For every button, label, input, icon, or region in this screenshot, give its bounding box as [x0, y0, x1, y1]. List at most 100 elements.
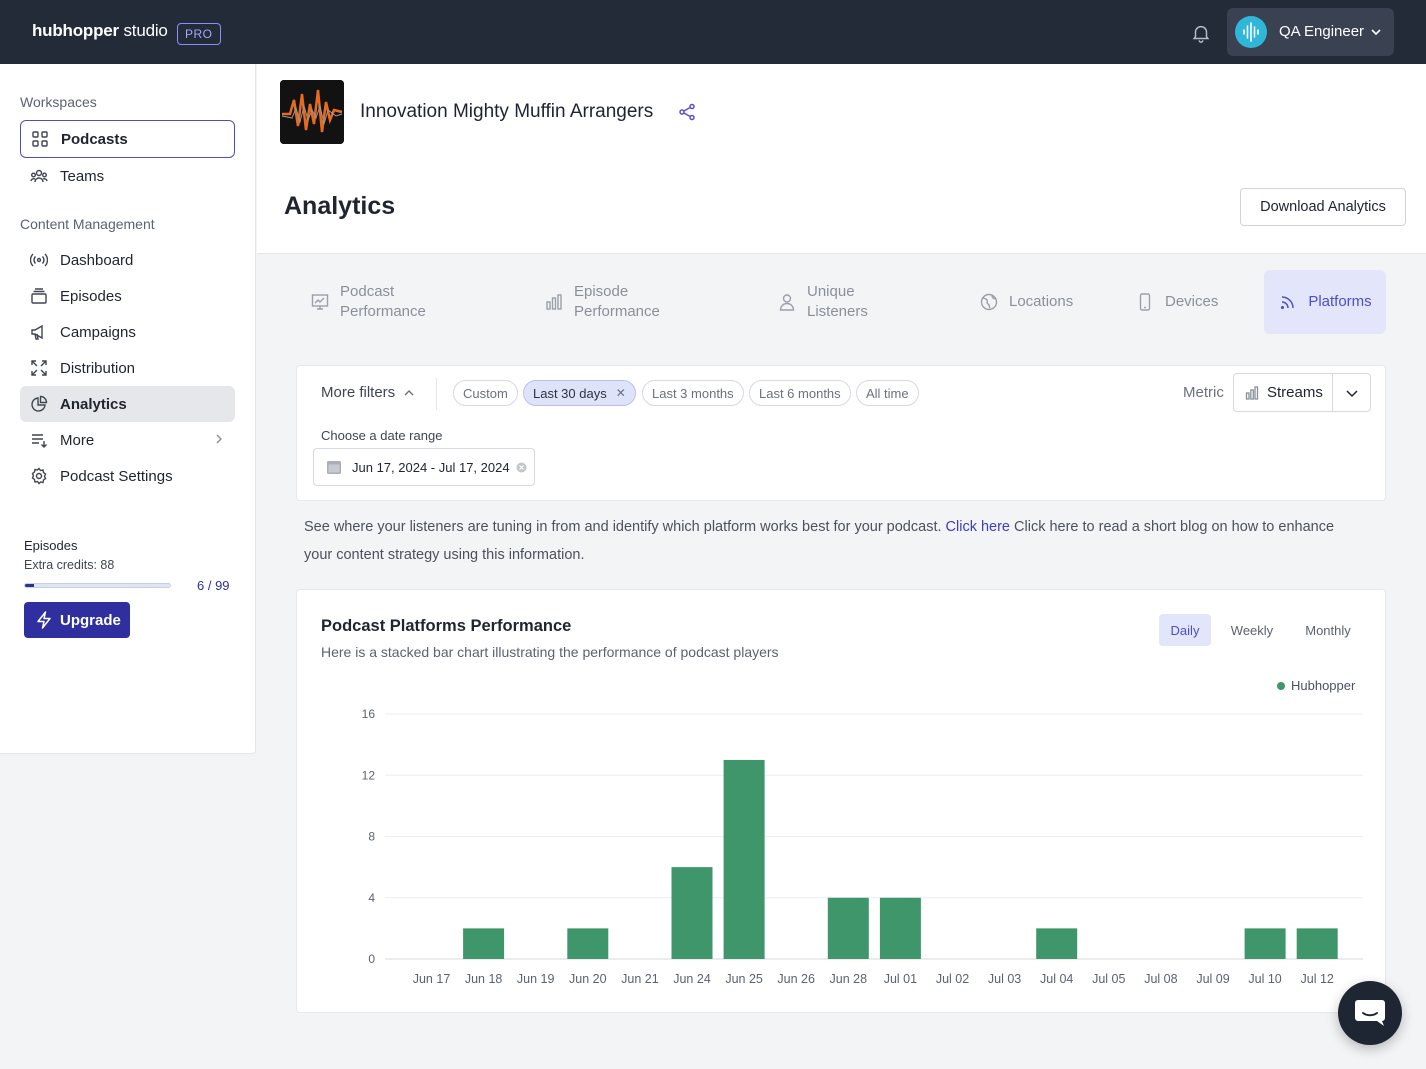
upgrade-button[interactable]: Upgrade — [24, 602, 130, 638]
x-tick-label: Jul 08 — [1144, 972, 1177, 986]
sidebar-item-distribution[interactable]: Distribution — [20, 350, 235, 386]
tab-podcast-performance[interactable]: Podcast Performance — [310, 270, 480, 334]
tab-label: Unique Listeners — [807, 282, 887, 322]
chart-subtitle: Here is a stacked bar chart illustrating… — [321, 644, 779, 660]
more-filters-toggle[interactable]: More filters — [321, 384, 415, 401]
pro-badge: PRO — [177, 23, 221, 45]
tab-label: Devices — [1165, 292, 1218, 312]
sidebar-item-label: More — [60, 432, 94, 449]
chevron-down-icon — [1345, 386, 1359, 400]
presentation-chart-icon — [310, 292, 330, 312]
chevron-right-icon — [213, 433, 225, 445]
chevron-up-icon — [403, 387, 415, 399]
y-tick-label: 8 — [368, 830, 375, 844]
y-tick-label: 16 — [362, 707, 376, 721]
chip-last-6-months[interactable]: Last 6 months — [749, 380, 851, 406]
share-icon[interactable] — [678, 103, 696, 121]
x-tick-label: Jul 05 — [1092, 972, 1125, 986]
sidebar-item-campaigns[interactable]: Campaigns — [20, 314, 235, 350]
metric-select[interactable]: Streams — [1233, 373, 1371, 412]
x-tick-label: Jun 24 — [673, 972, 711, 986]
bar-jun-18[interactable] — [463, 928, 504, 959]
user-icon — [777, 292, 797, 312]
period-monthly-button[interactable]: Monthly — [1295, 614, 1361, 646]
tab-devices[interactable]: Devices — [1135, 270, 1235, 334]
calendar-icon — [326, 459, 342, 475]
x-tick-label: Jul 09 — [1196, 972, 1229, 986]
sidebar-item-podcasts[interactable]: Podcasts — [20, 120, 235, 158]
chip-last-3-months[interactable]: Last 3 months — [642, 380, 744, 406]
episodes-count: 6 / 99 — [197, 578, 230, 593]
metric-value: Streams — [1267, 384, 1323, 401]
pie-chart-icon — [30, 395, 48, 413]
chat-support-button[interactable] — [1338, 981, 1402, 1045]
chat-icon — [1353, 998, 1387, 1028]
hubhopper-logo[interactable]: hubhopper studio — [32, 21, 168, 41]
download-analytics-button[interactable]: Download Analytics — [1240, 188, 1406, 226]
chip-last-30-days[interactable]: Last 30 days ✕ — [523, 380, 636, 406]
x-tick-label: Jul 12 — [1301, 972, 1334, 986]
legend-swatch — [1277, 682, 1285, 690]
platforms-info-text: See where your listeners are tuning in f… — [304, 513, 1364, 569]
metric-dropdown-button[interactable] — [1332, 374, 1370, 411]
chart-legend[interactable]: Hubhopper — [1277, 678, 1355, 693]
sidebar-item-more[interactable]: More — [20, 422, 235, 458]
chip-all-time[interactable]: All time — [856, 380, 919, 406]
sidebar-item-label: Campaigns — [60, 324, 136, 341]
bar-jun-20[interactable] — [567, 928, 608, 959]
bar-jun-25[interactable] — [724, 760, 765, 959]
period-weekly-button[interactable]: Weekly — [1223, 614, 1281, 646]
user-menu-button[interactable]: QA Engineer — [1227, 8, 1394, 56]
sidebar-item-dashboard[interactable]: Dashboard — [20, 242, 235, 278]
x-tick-label: Jul 03 — [988, 972, 1021, 986]
tab-locations[interactable]: Locations — [979, 270, 1089, 334]
bar-jul-01[interactable] — [880, 898, 921, 959]
chip-label: Custom — [463, 386, 508, 401]
bar-jun-28[interactable] — [828, 898, 869, 959]
y-tick-label: 4 — [368, 891, 375, 905]
clear-icon[interactable] — [516, 462, 527, 473]
x-tick-label: Jun 19 — [517, 972, 555, 986]
episodes-quota-label: Episodes — [24, 538, 77, 553]
sidebar-item-analytics[interactable]: Analytics — [20, 386, 235, 422]
tab-platforms[interactable]: Platforms — [1264, 270, 1386, 334]
podcast-artwork[interactable] — [280, 80, 344, 144]
legend-label: Hubhopper — [1291, 678, 1355, 693]
bar-chart-icon — [1245, 386, 1259, 400]
chip-label: Last 6 months — [759, 386, 841, 401]
lightning-icon — [36, 611, 52, 629]
tab-episode-performance[interactable]: Episode Performance — [544, 270, 714, 334]
sidebar-item-episodes[interactable]: Episodes — [20, 278, 235, 314]
sidebar: Workspaces Podcasts Teams Content Manage… — [0, 64, 256, 754]
date-range-input[interactable]: Jun 17, 2024 - Jul 17, 2024 — [313, 448, 535, 486]
x-tick-label: Jun 26 — [777, 972, 815, 986]
date-range-label: Choose a date range — [321, 428, 442, 443]
team-icon — [30, 167, 48, 185]
grid-icon — [31, 130, 49, 148]
bell-icon[interactable] — [1190, 22, 1212, 44]
bar-jul-12[interactable] — [1297, 928, 1338, 959]
y-tick-label: 12 — [362, 768, 376, 782]
episodes-progress-fill — [25, 584, 34, 587]
tab-unique-listeners[interactable]: Unique Listeners — [777, 270, 927, 334]
page-header: Innovation Mighty Muffin Arrangers Analy… — [257, 64, 1426, 254]
sidebar-item-podcast-settings[interactable]: Podcast Settings — [20, 458, 235, 494]
bar-jun-24[interactable] — [672, 867, 713, 959]
period-daily-button[interactable]: Daily — [1159, 614, 1211, 646]
chip-label: Last 30 days — [533, 386, 607, 401]
tab-label: Platforms — [1308, 292, 1371, 312]
sidebar-item-teams[interactable]: Teams — [20, 158, 235, 194]
broadcast-icon — [30, 251, 48, 269]
chip-custom[interactable]: Custom — [453, 380, 518, 406]
sidebar-item-label: Dashboard — [60, 252, 133, 269]
bar-jul-04[interactable] — [1036, 928, 1077, 959]
content-management-heading: Content Management — [20, 216, 155, 232]
sidebar-item-label: Podcast Settings — [60, 468, 173, 485]
close-icon[interactable]: ✕ — [616, 386, 626, 400]
upgrade-label: Upgrade — [60, 612, 121, 629]
y-tick-label: 0 — [368, 952, 375, 966]
click-here-link[interactable]: Click here — [946, 519, 1010, 535]
x-tick-label: Jun 18 — [465, 972, 503, 986]
episodes-progress-bar — [24, 583, 171, 588]
bar-jul-10[interactable] — [1245, 928, 1286, 959]
